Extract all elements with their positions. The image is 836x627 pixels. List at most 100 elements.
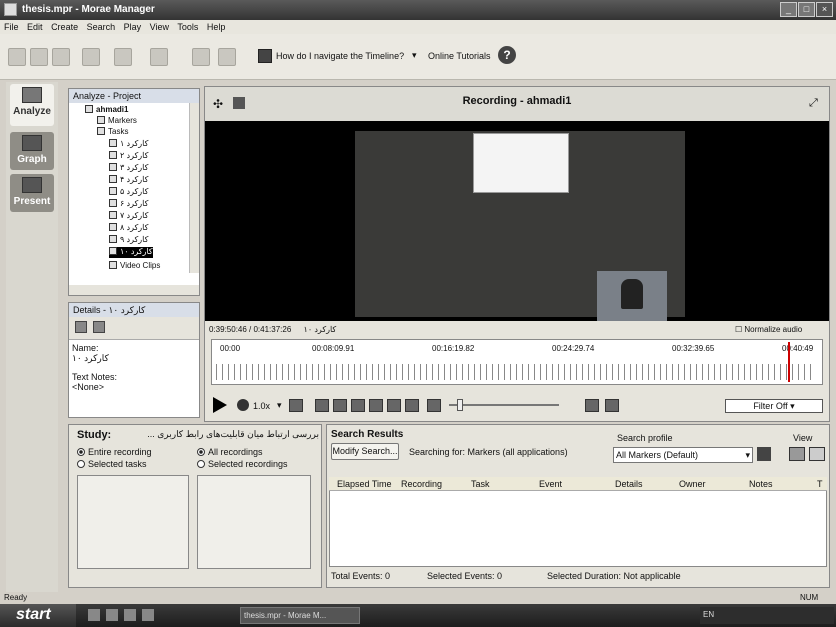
square-icon[interactable]	[351, 399, 365, 412]
speed-icon[interactable]	[237, 399, 249, 411]
volume-slider[interactable]	[449, 404, 559, 406]
nav-analyze[interactable]: Analyze	[10, 84, 54, 126]
help-icon[interactable]: ?	[498, 46, 516, 64]
move-icon[interactable]: ✣	[213, 97, 223, 111]
nav-present[interactable]: Present	[10, 174, 54, 212]
grid-icon[interactable]	[369, 399, 383, 412]
entire-recording-radio[interactable]: Entire recording	[77, 447, 152, 457]
menu-play[interactable]: Play	[124, 22, 142, 32]
recordings-list[interactable]	[197, 475, 311, 569]
tree-video-clips[interactable]: Video Clips	[109, 261, 160, 272]
tree-tasks[interactable]: Tasks	[97, 127, 128, 138]
import-icon[interactable]	[150, 48, 168, 66]
playhead[interactable]	[788, 342, 790, 382]
view-list-icon[interactable]	[789, 447, 805, 461]
tree-markers[interactable]: Markers	[97, 116, 137, 127]
task-item[interactable]: کارکرد ۴	[109, 175, 148, 186]
expand-icon[interactable]: ⤢	[809, 97, 818, 110]
start-button[interactable]: start	[0, 604, 76, 627]
all-recordings-radio[interactable]: All recordings	[197, 447, 263, 457]
chevron-down-icon[interactable]: ▾	[412, 50, 417, 61]
task-item[interactable]: کارکرد ۳	[109, 163, 148, 174]
entire-recording-label: Entire recording	[88, 447, 152, 457]
video-area[interactable]	[205, 121, 829, 321]
col-elapsed-time[interactable]: Elapsed Time	[337, 479, 392, 489]
col-owner[interactable]: Owner	[679, 479, 706, 489]
heart-icon[interactable]	[387, 399, 401, 412]
menu-bar: File Edit Create Search Play View Tools …	[0, 20, 836, 34]
selected-recordings-radio[interactable]: Selected recordings	[197, 459, 288, 469]
tasks-list[interactable]	[77, 475, 189, 569]
col-t[interactable]: T	[817, 479, 823, 489]
normalize-audio-checkbox[interactable]: ☐ Normalize audio	[735, 325, 802, 334]
selected-tasks-radio[interactable]: Selected tasks	[77, 459, 147, 469]
project-vscrollbar[interactable]	[189, 103, 199, 273]
zoom-out-icon[interactable]	[605, 399, 619, 412]
timeline-label: 00:40:49	[782, 344, 814, 353]
col-event[interactable]: Event	[539, 479, 562, 489]
task-item[interactable]: کارکرد ۶	[109, 199, 148, 210]
task-item[interactable]: کارکرد ۹	[109, 235, 148, 246]
col-task[interactable]: Task	[471, 479, 490, 489]
book-icon[interactable]	[258, 49, 272, 63]
task-item[interactable]: کارکرد ۵	[109, 187, 148, 198]
task-item[interactable]: کارکرد ۱	[109, 139, 148, 150]
open-icon[interactable]	[30, 48, 48, 66]
camera-icon[interactable]	[405, 399, 419, 412]
speed-value[interactable]: 1.0x	[253, 401, 270, 411]
task-item-selected[interactable]: کارکرد ۱۰	[109, 247, 153, 258]
menu-view[interactable]: View	[150, 22, 169, 32]
undo-icon[interactable]	[82, 48, 100, 66]
play-icon[interactable]	[213, 397, 227, 413]
save-disk-icon[interactable]	[192, 48, 210, 66]
properties-icon[interactable]	[218, 48, 236, 66]
volume-icon[interactable]	[427, 399, 441, 412]
navigate-timeline-help[interactable]: How do I navigate the Timeline?	[276, 51, 404, 61]
view-detail-icon[interactable]	[809, 447, 825, 461]
menu-help[interactable]: Help	[207, 22, 226, 32]
zoom-in-icon[interactable]	[585, 399, 599, 412]
menu-file[interactable]: File	[4, 22, 19, 32]
project-hscrollbar[interactable]	[69, 285, 199, 295]
nav-graph[interactable]: Graph	[10, 132, 54, 170]
speed-dropdown-icon[interactable]: ▾	[277, 400, 282, 411]
task-item[interactable]: کارکرد ۸	[109, 223, 148, 234]
col-details[interactable]: Details	[615, 479, 643, 489]
layout-icon[interactable]	[233, 97, 245, 109]
minimize-button[interactable]: _	[780, 2, 797, 17]
language-indicator[interactable]: EN	[703, 610, 714, 619]
new-icon[interactable]	[8, 48, 26, 66]
quicklaunch-icon[interactable]	[124, 609, 136, 621]
quicklaunch-icon[interactable]	[88, 609, 100, 621]
timeline[interactable]: 00:00 00:08:09.91 00:16:19.82 00:24:29.7…	[211, 339, 823, 385]
task-item[interactable]: کارکرد ۲	[109, 151, 148, 162]
volume-thumb[interactable]	[457, 399, 463, 411]
online-tutorials-link[interactable]: Online Tutorials	[428, 51, 491, 61]
taskbar: start thesis.mpr - Morae M... EN	[0, 604, 836, 627]
status-bar: Ready NUM	[0, 592, 836, 604]
modify-search-button[interactable]: Modify Search...	[331, 443, 399, 460]
save-icon[interactable]	[52, 48, 70, 66]
menu-search[interactable]: Search	[87, 22, 116, 32]
col-notes[interactable]: Notes	[749, 479, 773, 489]
taskbar-item[interactable]: thesis.mpr - Morae M...	[240, 607, 360, 624]
menu-edit[interactable]: Edit	[27, 22, 43, 32]
quicklaunch-icon[interactable]	[106, 609, 118, 621]
edit-icon[interactable]	[75, 321, 87, 333]
filter-dropdown[interactable]: Filter Off ▾	[725, 399, 823, 413]
segment-icon[interactable]	[289, 399, 303, 412]
search-profile-select[interactable]: All Markers (Default) ▾	[613, 447, 753, 463]
tree-root[interactable]: ahmadi1	[85, 105, 128, 116]
task-item[interactable]: کارکرد ۷	[109, 211, 148, 222]
notes-icon[interactable]	[93, 321, 105, 333]
close-button[interactable]: ×	[816, 2, 833, 17]
save-profile-icon[interactable]	[757, 447, 771, 461]
col-recording[interactable]: Recording	[401, 479, 442, 489]
redo-icon[interactable]	[114, 48, 132, 66]
menu-create[interactable]: Create	[51, 22, 78, 32]
menu-tools[interactable]: Tools	[177, 22, 198, 32]
quicklaunch-icon[interactable]	[142, 609, 154, 621]
marker-icon[interactable]	[315, 399, 329, 412]
flag-icon[interactable]	[333, 399, 347, 412]
maximize-button[interactable]: □	[798, 2, 815, 17]
